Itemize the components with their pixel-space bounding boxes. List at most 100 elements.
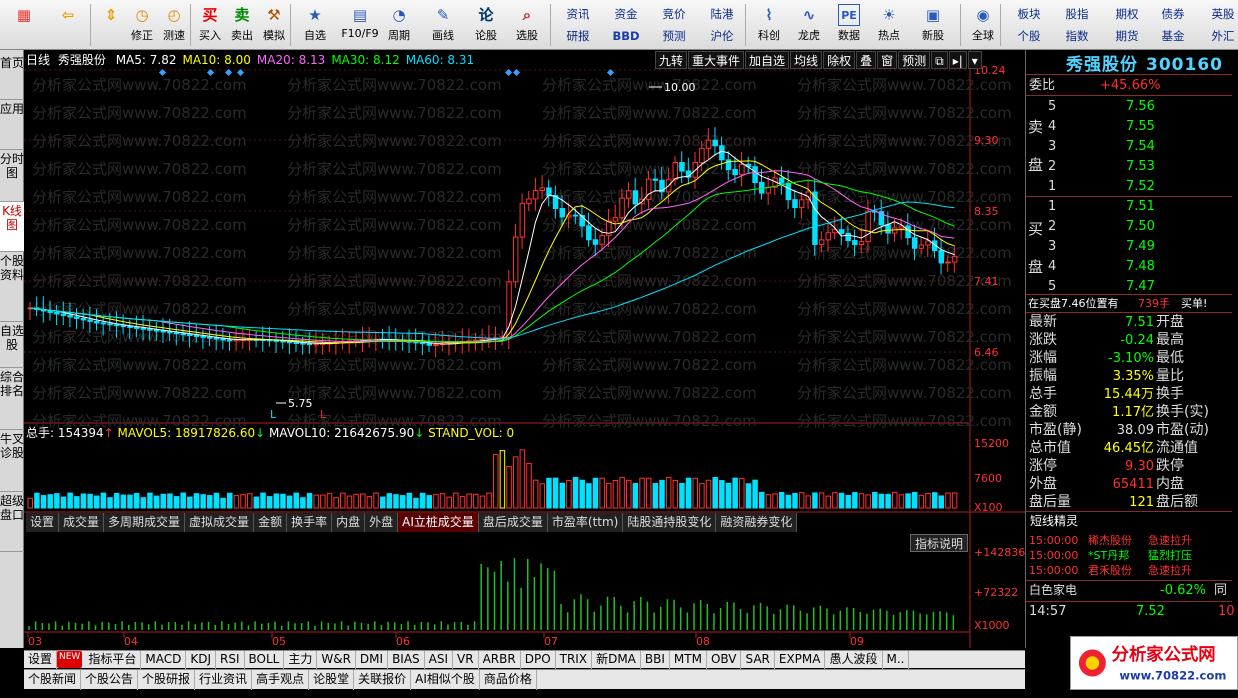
toolbar-right-btn[interactable]: 外汇 [1200, 26, 1238, 46]
indicator-tab-11[interactable]: 陆股通持股变化 [623, 513, 717, 532]
sector-row[interactable]: 白色家电 -0.62% 同 [1026, 582, 1232, 599]
bottom-tab-9[interactable]: DMI [356, 651, 389, 669]
bid-row[interactable]: 1 7.51 [1026, 198, 1232, 215]
bottom-tab-22[interactable]: 愚人波段 [825, 651, 883, 669]
toolbar-small-btn[interactable]: 资金 [604, 4, 648, 24]
indicator-help-button[interactable]: 指标说明 [910, 534, 969, 552]
toolbar-big-0[interactable]: ⌇ 科创 [750, 2, 788, 48]
ask-row[interactable]: 2 7.53 [1026, 158, 1232, 175]
left-tab-4[interactable]: 个股资料 [0, 252, 24, 322]
toolbar-right-btn[interactable]: 股指 [1054, 4, 1100, 24]
info-tab-0[interactable]: 个股新闻 [24, 670, 82, 690]
toolbar-right-btn[interactable]: 基金 [1150, 26, 1196, 46]
bottom-tab-5[interactable]: RSI [216, 651, 245, 669]
toolbar-small-btn[interactable]: BBD [604, 26, 648, 46]
bottom-tab-16[interactable]: 新DMA [592, 651, 641, 669]
chart-btn-2[interactable]: 加自选 [745, 51, 790, 69]
toolbar-button-2[interactable]: ⇕ [98, 2, 124, 48]
bottom-tab-17[interactable]: BBI [641, 651, 670, 669]
chart-btn-6[interactable]: 窗 [877, 51, 898, 69]
left-tab-5[interactable]: 自选股 [0, 322, 24, 368]
toolbar-big-3[interactable]: ☀ 热点 [870, 2, 908, 48]
chart-btn-0[interactable]: 九转 [655, 51, 688, 69]
chevron-down-icon[interactable]: ▾ [967, 51, 982, 69]
left-tab-8[interactable]: 超级盘口 [0, 492, 24, 552]
info-tab-4[interactable]: 高手观点 [252, 670, 310, 690]
chart-btn-3[interactable]: 均线 [790, 51, 823, 69]
bottom-tab-2[interactable]: 指标平台 [84, 651, 142, 669]
toolbar-small-btn[interactable]: 资讯 [556, 4, 600, 24]
toolbar-button-12[interactable]: 论论股 [470, 2, 502, 48]
toolbar-button-13[interactable]: ⌕ 选股 [508, 2, 546, 48]
ask-row[interactable]: 4 7.55 [1026, 118, 1232, 135]
bottom-tab-21[interactable]: EXPMA [775, 651, 826, 669]
chart-btn-5[interactable]: 叠 [856, 51, 877, 69]
toolbar-big-5[interactable]: ◉ 全球 [964, 2, 1002, 48]
bottom-tab-13[interactable]: ARBR [479, 651, 521, 669]
left-tab-6[interactable]: 综合排名 [0, 368, 24, 430]
toolbar-right-btn[interactable]: 期权 [1104, 4, 1150, 24]
indicator-tab-3[interactable]: 虚拟成交量 [185, 513, 255, 532]
bid-row[interactable]: 3 7.49 [1026, 238, 1232, 255]
bottom-tab-18[interactable]: MTM [670, 651, 707, 669]
bottom-tab-4[interactable]: KDJ [186, 651, 216, 669]
event-marker-icon[interactable] [606, 68, 615, 77]
shortline-item[interactable]: 15:00:00 君禾股份 急速拉升 [1026, 562, 1232, 579]
bottom-tab-15[interactable]: TRIX [556, 651, 593, 669]
indicator-tab-10[interactable]: 市盈率(ttm) [548, 513, 624, 532]
left-tab-3[interactable]: K线图 [0, 202, 24, 252]
toolbar-right-btn[interactable]: 指数 [1054, 26, 1100, 46]
toolbar-button-3[interactable]: ◷ 修正 [128, 2, 156, 48]
toolbar-small-btn[interactable]: 研报 [556, 26, 600, 46]
toolbar-small-btn[interactable]: 预测 [652, 26, 696, 46]
toolbar-small-btn[interactable]: 陆港 [700, 4, 744, 24]
toolbar-right-btn[interactable]: 债券 [1150, 4, 1196, 24]
toolbar-right-btn[interactable]: 英股 [1200, 4, 1238, 24]
bottom-tab-19[interactable]: OBV [707, 651, 742, 669]
info-tab-7[interactable]: AI相似个股 [411, 670, 480, 690]
indicator-tab-1[interactable]: 成交量 [59, 513, 105, 532]
indicator-tab-9[interactable]: 盘后成交量 [479, 513, 548, 532]
toolbar-button-6[interactable]: 卖卖出 [228, 2, 256, 48]
chart-area[interactable]: 分析家公式网www.70822.com 分析家公式网www.70822.com 分析… [24, 50, 1025, 648]
toolbar-button-8[interactable]: ★ 自选 [298, 2, 332, 48]
bottom-tab-11[interactable]: ASI [425, 651, 454, 669]
toolbar-button-0[interactable]: ▦ [8, 2, 40, 48]
bid-row[interactable]: 5 7.47 [1026, 278, 1232, 295]
toolbar-button-11[interactable]: ✎ 画线 [424, 2, 462, 48]
left-tab-1[interactable]: 应用 [0, 100, 24, 150]
toolbar-right-btn[interactable]: 板块 [1006, 4, 1052, 24]
bottom-tab-14[interactable]: DPO [521, 651, 556, 669]
bottom-tab-3[interactable]: MACD [141, 651, 187, 669]
toolbar-button-1[interactable]: ⇦ [46, 2, 90, 48]
info-tab-5[interactable]: 论股堂 [309, 670, 355, 690]
ask-row[interactable]: 1 7.52 [1026, 178, 1232, 195]
ask-row[interactable]: 3 7.54 [1026, 138, 1232, 155]
bottom-tab-7[interactable]: 主力 [284, 651, 318, 669]
indicator-tab-0[interactable]: 设置 [26, 513, 60, 532]
chart-btn-1[interactable]: 重大事件 [688, 51, 745, 69]
indicator-tab-12[interactable]: 融资融券变化 [716, 513, 798, 532]
toolbar-button-9[interactable]: ▤ F10/F9 [340, 2, 380, 48]
toolbar-button-10[interactable]: ◔ 周期 [382, 2, 416, 48]
toolbar-right-btn[interactable]: 个股 [1006, 26, 1052, 46]
chart-btn-7[interactable]: 预测 [898, 51, 931, 69]
info-tab-8[interactable]: 商品价格 [480, 670, 537, 690]
info-tab-1[interactable]: 个股公告 [81, 670, 139, 690]
indicator-tab-4[interactable]: 金额 [254, 513, 288, 532]
event-marker-icon[interactable] [236, 68, 245, 77]
ask-row[interactable]: 5 7.56 [1026, 98, 1232, 115]
event-marker-icon[interactable] [206, 68, 215, 77]
shortline-title[interactable]: 短线精灵 [1030, 513, 1236, 530]
toolbar-right-btn[interactable]: 期货 [1104, 26, 1150, 46]
info-tab-6[interactable]: 关联报价 [354, 670, 412, 690]
bottom-tab-8[interactable]: W&R [317, 651, 356, 669]
indicator-tab-5[interactable]: 换手率 [287, 513, 333, 532]
toolbar-small-btn[interactable]: 沪伦 [700, 26, 744, 46]
bottom-tab-20[interactable]: SAR [741, 651, 775, 669]
bottom-tab-10[interactable]: BIAS [388, 651, 425, 669]
info-tab-2[interactable]: 个股研报 [138, 670, 196, 690]
bottom-tab-23[interactable]: M.. [883, 651, 910, 669]
bottom-tab-12[interactable]: VR [453, 651, 479, 669]
info-tab-3[interactable]: 行业资讯 [195, 670, 253, 690]
